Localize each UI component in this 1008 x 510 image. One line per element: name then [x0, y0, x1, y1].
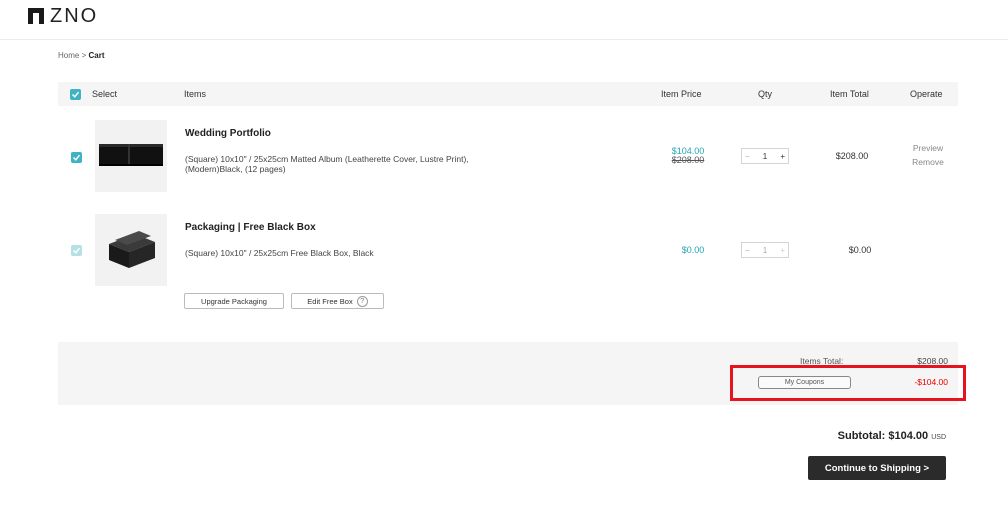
- edit-free-box-label: Edit Free Box: [307, 296, 353, 306]
- logo-mark-icon: [28, 8, 44, 24]
- continue-to-shipping-label: Continue to Shipping >: [824, 462, 930, 474]
- qty-value: 1: [762, 245, 768, 255]
- wedding-portfolio-thumbnail[interactable]: [95, 120, 167, 192]
- cart-table-header: Select Items Item Price Qty Item Total O…: [58, 82, 958, 106]
- upgrade-packaging-label: Upgrade Packaging: [201, 296, 267, 306]
- breadcrumb-current: Cart: [88, 51, 105, 60]
- item-description-line1: (Square) 10x10" / 25x25cm Free Black Box…: [185, 248, 374, 258]
- item-checkbox-disabled: [71, 245, 82, 256]
- breadcrumb-separator: >: [81, 51, 87, 60]
- logo-text: ZNO: [50, 5, 99, 27]
- remove-link[interactable]: Remove: [903, 157, 953, 167]
- item-price-now: $0.00: [681, 245, 705, 255]
- coupon-highlight-box: [730, 365, 966, 401]
- select-all-checkbox[interactable]: [70, 89, 81, 100]
- zno-logo[interactable]: ZNO: [28, 5, 99, 27]
- top-header: ZNO: [0, 0, 1008, 40]
- quantity-stepper[interactable]: − 1 +: [741, 148, 789, 164]
- item-title: Wedding Portfolio: [185, 128, 271, 139]
- header-qty: Qty: [758, 89, 773, 99]
- qty-increase-button[interactable]: +: [780, 152, 785, 161]
- breadcrumb: Home > Cart: [58, 51, 105, 60]
- item-price-was: $208.00: [671, 155, 705, 165]
- item-total: $0.00: [848, 245, 872, 255]
- header-items: Items: [184, 89, 207, 99]
- help-icon[interactable]: ?: [356, 295, 368, 307]
- breadcrumb-home[interactable]: Home: [58, 51, 79, 60]
- item-description-line1: (Square) 10x10" / 25x25cm Matted Album (…: [185, 154, 469, 164]
- subtotal: Subtotal: $104.00 USD: [838, 430, 946, 442]
- header-item-total: Item Total: [830, 89, 869, 99]
- quantity-stepper-disabled: − 1 +: [741, 242, 789, 258]
- black-box-thumbnail[interactable]: [95, 214, 167, 286]
- subtotal-label: Subtotal:: [837, 430, 886, 442]
- subtotal-currency: USD: [931, 434, 946, 441]
- qty-value[interactable]: 1: [763, 152, 767, 161]
- header-operate: Operate: [910, 89, 943, 99]
- qty-decrease-button[interactable]: −: [745, 152, 750, 161]
- item-description-line2: (Modern)Black, (12 pages): [185, 164, 286, 174]
- header-select: Select: [92, 89, 118, 99]
- qty-decrease-button: −: [745, 245, 750, 255]
- edit-free-box-button[interactable]: Edit Free Box ?: [291, 293, 384, 309]
- item-total: $208.00: [835, 151, 869, 161]
- qty-increase-button: +: [780, 245, 785, 255]
- upgrade-packaging-button[interactable]: Upgrade Packaging: [184, 293, 284, 309]
- header-item-price: Item Price: [661, 89, 702, 99]
- continue-to-shipping-button[interactable]: Continue to Shipping >: [808, 456, 946, 480]
- preview-link[interactable]: Preview: [903, 143, 953, 153]
- subtotal-value: $104.00: [888, 430, 929, 442]
- item-title: Packaging | Free Black Box: [185, 222, 316, 233]
- item-checkbox[interactable]: [71, 152, 82, 163]
